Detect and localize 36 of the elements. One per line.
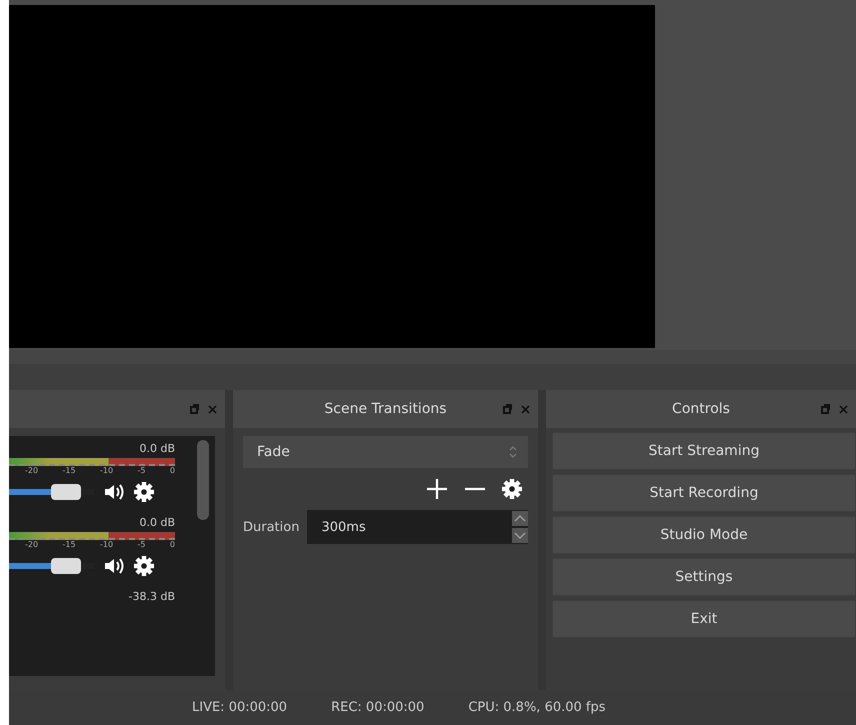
live-time: LIVE: 00:00:00 xyxy=(192,700,288,715)
rec-time: REC: 00:00:00 xyxy=(331,700,424,715)
tick-label: -20 xyxy=(25,540,38,551)
db-reading: 0.0 dB xyxy=(138,515,175,531)
duration-field[interactable]: 300ms xyxy=(307,510,528,544)
control-button[interactable]: Settings xyxy=(552,558,856,596)
control-button[interactable]: Start Streaming xyxy=(552,432,856,470)
db-reading: 0.0 dB xyxy=(138,441,175,457)
settings-icon[interactable] xyxy=(134,482,154,502)
plus-icon[interactable] xyxy=(426,478,448,500)
control-button[interactable]: Exit xyxy=(552,600,856,638)
control-button[interactable]: Start Recording xyxy=(552,474,856,512)
cpu-status: CPU: 0.8%, 60.00 fps xyxy=(468,700,606,715)
tick-label: 0 xyxy=(170,540,175,551)
speaker-icon[interactable] xyxy=(104,557,124,575)
settings-icon[interactable] xyxy=(134,556,154,576)
settings-icon[interactable] xyxy=(502,479,522,499)
tick-label: -10 xyxy=(100,466,114,477)
transition-dropdown[interactable]: Fade xyxy=(243,436,528,468)
tick-label: -20 xyxy=(25,466,38,477)
tick-label: -15 xyxy=(62,540,76,551)
tick-label: -5 xyxy=(138,466,146,477)
slider-thumb[interactable] xyxy=(51,558,82,574)
control-button[interactable]: Studio Mode xyxy=(552,516,856,554)
dock-title: Scene Transitions xyxy=(324,401,447,417)
speaker-icon[interactable] xyxy=(104,483,124,501)
slider-thumb[interactable] xyxy=(51,484,82,500)
tick-label: 0 xyxy=(170,466,175,477)
db-reading: -38.3 dB xyxy=(128,589,175,605)
tick-label: -10 xyxy=(100,540,114,551)
dock-title: Controls xyxy=(672,401,730,417)
duration-label: Duration xyxy=(243,520,300,534)
tick-label: -15 xyxy=(62,466,76,477)
spin-arrows-icon xyxy=(508,445,518,459)
tick-label: -5 xyxy=(138,540,146,551)
scrollbar-thumb[interactable] xyxy=(197,440,209,520)
